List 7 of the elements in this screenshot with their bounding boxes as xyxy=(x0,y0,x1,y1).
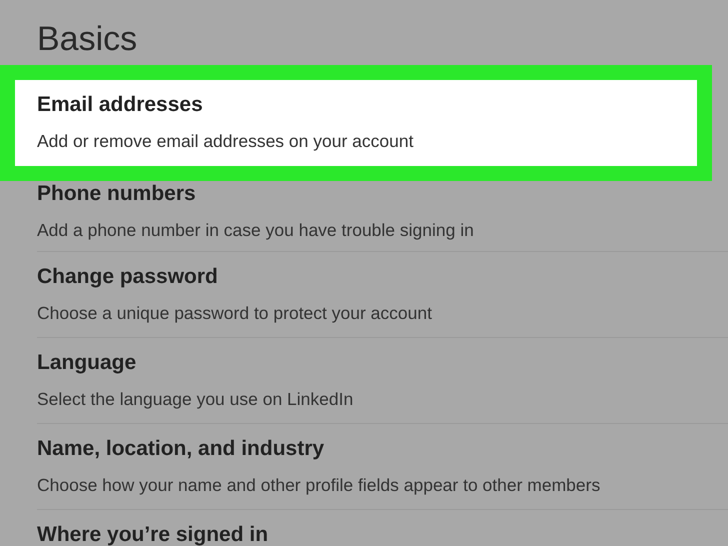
settings-item[interactable]: Where you’re signed in xyxy=(37,510,728,546)
settings-item[interactable]: Language Select the language you use on LinkedIn xyxy=(37,338,728,424)
section-title: Basics xyxy=(36,19,138,60)
settings-item[interactable]: Email addresses Add or remove email addresses on your account xyxy=(0,65,712,181)
settings-item[interactable]: Name, location, and industry Choose how your name and other profile fields appear to other members xyxy=(37,424,728,510)
settings-item[interactable]: Change password Choose a unique password to protect your account xyxy=(37,252,728,338)
settings-item[interactable]: Phone numbers Add a phone number in case you have trouble signing in xyxy=(37,181,728,252)
